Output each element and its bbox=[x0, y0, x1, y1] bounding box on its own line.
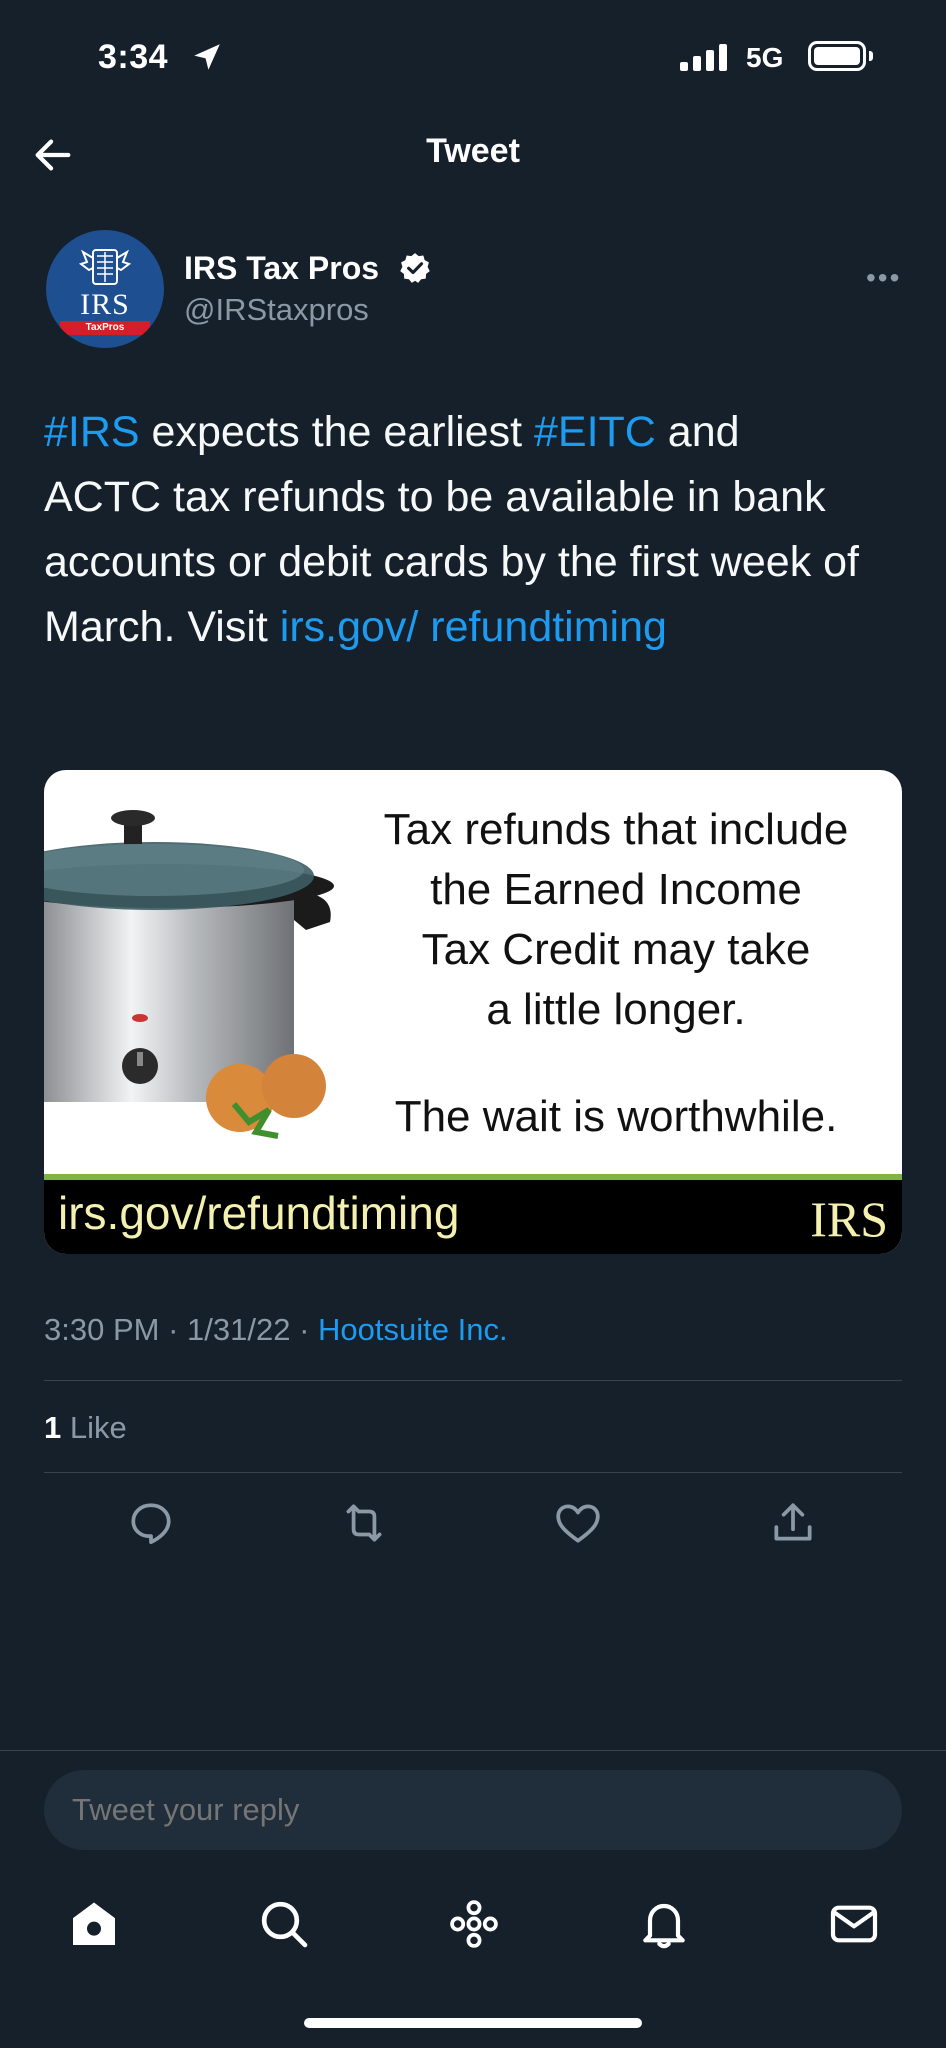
battery-tip bbox=[869, 51, 873, 61]
media-irs-logo: IRS bbox=[810, 1191, 888, 1247]
hashtag-eitc[interactable]: #EITC bbox=[534, 408, 656, 456]
irs-eagle-seal-icon bbox=[79, 249, 131, 285]
media-message-line: Tax Credit may take bbox=[421, 925, 811, 974]
home-indicator bbox=[304, 2018, 642, 2028]
media-message-line: a little longer. bbox=[486, 985, 746, 1034]
tweet-source[interactable]: Hootsuite Inc. bbox=[318, 1312, 508, 1347]
page-title: Tweet bbox=[426, 132, 520, 170]
media-message-line: Tax refunds that include bbox=[383, 805, 849, 854]
like-count-number: 1 bbox=[44, 1410, 62, 1445]
home-icon[interactable] bbox=[66, 1896, 122, 1952]
like-count-label: Like bbox=[69, 1410, 127, 1445]
tweet-meta: 3:30 PM · 1/31/22 · Hootsuite Inc. bbox=[44, 1312, 508, 1347]
divider bbox=[44, 1380, 902, 1381]
media-message-line: the Earned Income bbox=[430, 865, 802, 914]
tweet-text-part: expects the earliest bbox=[139, 408, 534, 456]
slow-cooker-illustration bbox=[44, 810, 334, 1139]
likes-count[interactable]: 1 Like bbox=[44, 1410, 127, 1446]
avatar-text: IRS bbox=[80, 288, 130, 321]
status-time: 3:34 bbox=[98, 38, 169, 76]
battery-icon bbox=[808, 41, 866, 71]
tweet-date: 1/31/22 bbox=[187, 1312, 291, 1347]
divider bbox=[44, 1472, 902, 1473]
media-image[interactable]: Tax refunds that include the Earned Inco… bbox=[44, 770, 902, 1254]
author-name[interactable]: IRS Tax Pros bbox=[184, 250, 379, 287]
messages-icon[interactable] bbox=[826, 1896, 882, 1952]
author-handle[interactable]: @IRStaxpros bbox=[184, 292, 369, 328]
media-message-secondary: The wait is worthwhile. bbox=[394, 1092, 838, 1141]
media-url: irs.gov/refundtiming bbox=[58, 1187, 460, 1239]
reply-icon[interactable] bbox=[126, 1498, 176, 1548]
avatar-band: TaxPros bbox=[60, 321, 150, 335]
share-icon[interactable] bbox=[768, 1498, 818, 1548]
tweet-link[interactable]: irs.gov/ refundtiming bbox=[280, 603, 667, 651]
tweet-text: #IRS expects the earliest #EITC and ACTC… bbox=[44, 400, 864, 660]
notifications-icon[interactable] bbox=[636, 1896, 692, 1952]
location-arrow-icon bbox=[194, 44, 220, 70]
cellular-signal-icon bbox=[680, 44, 727, 71]
like-icon[interactable] bbox=[553, 1498, 603, 1548]
reply-input[interactable] bbox=[44, 1770, 902, 1850]
divider bbox=[0, 1750, 946, 1751]
tweet-time: 3:30 PM bbox=[44, 1312, 160, 1347]
search-icon[interactable] bbox=[256, 1896, 312, 1952]
network-type: 5G bbox=[746, 42, 784, 73]
avatar[interactable]: IRS TaxPros bbox=[46, 230, 164, 348]
hashtag-irs[interactable]: #IRS bbox=[44, 408, 140, 456]
media-footer-bar: irs.gov/refundtiming IRS bbox=[44, 1174, 902, 1254]
spaces-icon[interactable] bbox=[446, 1896, 502, 1952]
media-message: Tax refunds that include the Earned Inco… bbox=[316, 800, 902, 1040]
more-options-icon[interactable]: ••• bbox=[866, 262, 901, 294]
retweet-icon[interactable] bbox=[339, 1498, 389, 1548]
verified-badge-icon bbox=[400, 253, 430, 283]
